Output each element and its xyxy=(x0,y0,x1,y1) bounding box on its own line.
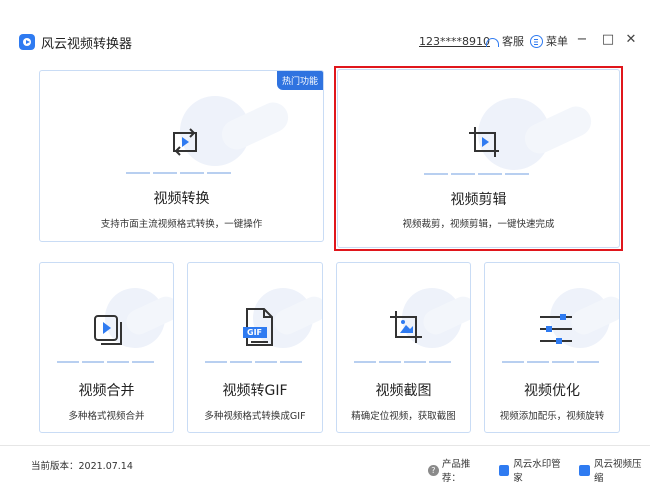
app-logo-icon xyxy=(19,34,35,50)
watermark-app-icon xyxy=(498,464,510,476)
product-name: 风云水印管家 xyxy=(513,459,561,484)
maximize-button[interactable]: □ xyxy=(601,32,615,47)
card-desc: 多种格式视频合并 xyxy=(68,411,145,422)
selected-card-outline xyxy=(334,66,623,251)
card-title: 视频合并 xyxy=(78,383,135,399)
card-title: 视频截图 xyxy=(375,383,432,399)
support-button[interactable]: 客服 xyxy=(486,33,524,49)
recommend-label: 产品推荐： xyxy=(441,459,471,484)
card-title: 视频转GIF xyxy=(222,383,288,399)
app-title: 风云视频转换器 xyxy=(41,37,133,52)
menu-button[interactable]: 菜单 xyxy=(530,33,568,49)
sliders-icon xyxy=(538,313,574,349)
hot-feature-badge: 热门功能 xyxy=(276,71,323,90)
footer: 当前版本：2021.07.14 ? 产品推荐： 风云水印管家 风云视频压缩 xyxy=(0,445,650,485)
gif-file-icon: GIF xyxy=(242,307,276,351)
card-title: 视频优化 xyxy=(524,383,580,399)
card-title: 视频转换 xyxy=(153,191,210,207)
card-video-merge[interactable]: 视频合并 多种格式视频合并 xyxy=(39,262,174,433)
help-icon: ? xyxy=(428,464,439,476)
card-desc: 精确定位视频，获取截图 xyxy=(351,411,456,422)
product-link-watermark[interactable]: 风云水印管家 xyxy=(498,456,570,484)
card-video-screenshot[interactable]: 视频截图 精确定位视频，获取截图 xyxy=(336,262,471,433)
card-video-convert[interactable]: 热门功能 视频转换 支持市面主流视频格式转换，一键操作 xyxy=(39,70,324,242)
merge-icon xyxy=(92,313,124,351)
gif-label: GIF xyxy=(247,328,263,337)
product-recommend: ? 产品推荐： 风云水印管家 风云视频压缩 xyxy=(428,456,650,484)
card-desc: 支持市面主流视频格式转换，一键操作 xyxy=(100,219,263,230)
card-desc: 多种视频格式转换成GIF xyxy=(204,411,306,422)
crop-image-icon xyxy=(388,309,424,349)
card-video-gif[interactable]: GIF 视频转GIF 多种视频格式转换成GIF xyxy=(187,262,323,433)
product-link-compress[interactable]: 风云视频压缩 xyxy=(579,456,650,484)
compress-app-icon xyxy=(579,464,591,476)
headset-icon xyxy=(486,37,499,47)
user-account-link[interactable]: 123****8910 xyxy=(419,35,490,48)
menu-icon xyxy=(530,34,543,48)
card-desc: 视频添加配乐，视频旋转 xyxy=(499,411,605,422)
minimize-button[interactable]: − xyxy=(575,32,589,47)
product-name: 风云视频压缩 xyxy=(594,459,642,484)
version-text: 当前版本：2021.07.14 xyxy=(31,461,133,472)
card-video-optimize[interactable]: 视频优化 视频添加配乐，视频旋转 xyxy=(484,262,620,433)
convert-icon xyxy=(168,127,202,161)
title-bar: 风云视频转换器 123****8910 客服 菜单 − □ ✕ xyxy=(0,0,650,52)
support-label: 客服 xyxy=(502,35,524,48)
menu-label: 菜单 xyxy=(546,35,568,48)
close-button[interactable]: ✕ xyxy=(624,32,638,47)
